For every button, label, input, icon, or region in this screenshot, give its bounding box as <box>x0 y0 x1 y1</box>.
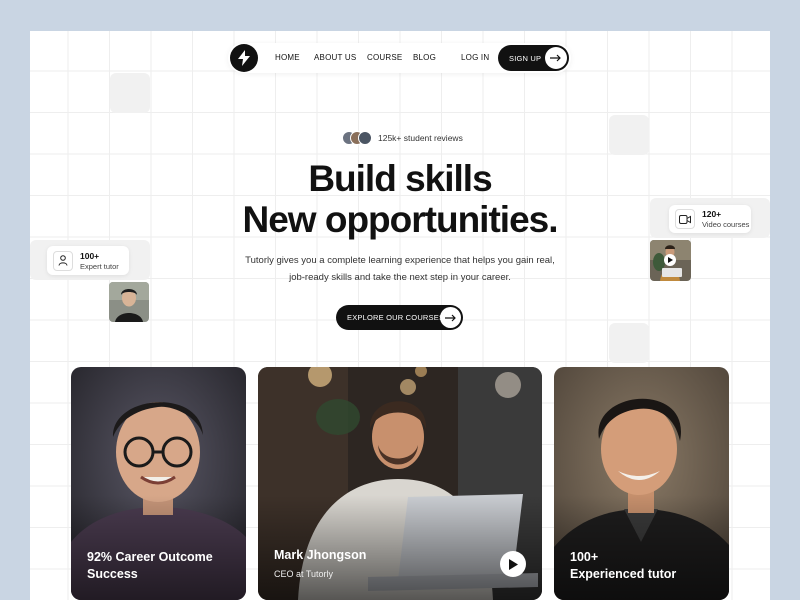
play-icon <box>509 558 518 570</box>
card-title: 92% Career Outcome Success <box>87 549 213 583</box>
hero-title-line1: Build skills <box>308 158 492 199</box>
grid-tile <box>110 73 150 113</box>
tutor-name: Mark Jhongson <box>274 548 367 562</box>
play-button[interactable] <box>500 551 526 577</box>
hero-subtitle-line2: job-ready skills and take the next step … <box>289 272 511 283</box>
tutor-label: Expert tutor <box>80 261 119 271</box>
tutor-role: CEO at Tutorly <box>274 569 334 579</box>
card-title-line2: Experienced tutor <box>570 567 677 581</box>
signup-label: SIGN UP <box>509 53 542 63</box>
bolt-icon[interactable] <box>230 44 258 72</box>
expert-tutor-stat: 100+ Expert tutor <box>47 246 129 275</box>
explore-courses-button[interactable]: EXPLORE OUR COURSES <box>336 305 463 330</box>
arrow-right-icon <box>545 47 567 69</box>
career-outcome-card[interactable]: 92% Career Outcome Success <box>71 367 246 600</box>
student-reviews: 125k+ student reviews <box>342 131 463 145</box>
explore-courses-label: EXPLORE OUR COURSES <box>347 313 445 322</box>
hero-subtitle: Tutorly gives you a complete learning ex… <box>240 252 560 286</box>
card-title: 100+ Experienced tutor <box>570 549 676 583</box>
experienced-tutor-card[interactable]: 100+ Experienced tutor <box>554 367 729 600</box>
card-title-line2: Success <box>87 567 138 581</box>
login-link[interactable]: LOG IN <box>461 53 489 62</box>
top-nav: HOME ABOUT US COURSE BLOG LOG IN SIGN UP <box>228 43 571 73</box>
landing-page: HOME ABOUT US COURSE BLOG LOG IN SIGN UP… <box>30 31 770 600</box>
nav-item-blog[interactable]: BLOG <box>413 53 436 62</box>
signup-button[interactable]: SIGN UP <box>498 45 569 71</box>
card-title-line1: 92% Career Outcome <box>87 550 213 564</box>
featured-tutor-card[interactable]: Mark Jhongson CEO at Tutorly <box>258 367 542 600</box>
hero-subtitle-line1: Tutorly gives you a complete learning ex… <box>245 255 555 266</box>
video-courses-stat: 120+ Video courses <box>669 205 751 233</box>
card-title-line1: 100+ <box>570 550 599 564</box>
video-icon <box>675 209 695 229</box>
tutor-thumbnail <box>109 282 149 322</box>
nav-item-home[interactable]: HOME <box>275 53 300 62</box>
play-icon <box>664 254 676 266</box>
tutor-count: 100+ <box>80 250 100 261</box>
arrow-right-icon <box>440 307 461 328</box>
video-label: Video courses <box>702 220 750 229</box>
avatar <box>358 131 372 145</box>
course-thumbnail[interactable] <box>650 240 691 281</box>
hero-title-line2: New opportunities. <box>242 199 559 240</box>
grid-tile <box>609 323 649 363</box>
nav-item-course[interactable]: COURSE <box>367 53 402 62</box>
reviewer-avatars <box>342 131 374 145</box>
video-count: 120+ <box>702 209 722 219</box>
grid-tile <box>609 115 649 155</box>
nav-item-about-us[interactable]: ABOUT US <box>314 53 356 62</box>
reviews-count-text: 125k+ student reviews <box>378 133 463 143</box>
user-icon <box>53 250 73 271</box>
